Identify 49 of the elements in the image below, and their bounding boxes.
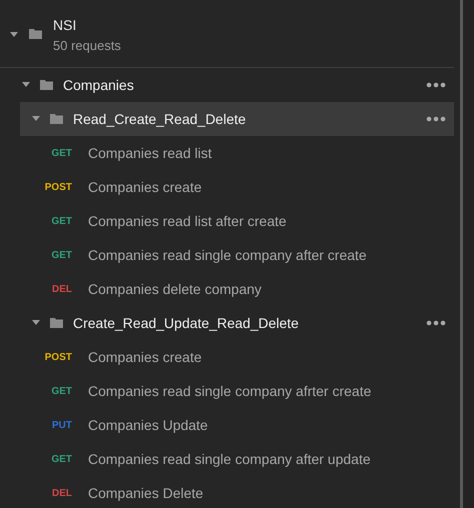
request-name: Companies read list — [88, 145, 212, 161]
request-count: 50 requests — [53, 38, 121, 53]
folder-icon — [40, 80, 53, 90]
caret-icon[interactable] — [32, 319, 40, 327]
folder-row[interactable]: Create_Read_Update_Read_Delete — [20, 306, 454, 340]
caret-icon[interactable] — [32, 115, 40, 123]
request-row[interactable]: GET Companies read list — [0, 136, 454, 170]
request-row[interactable]: GET Companies read list after create — [0, 204, 454, 238]
request-name: Companies read single company after update — [88, 451, 371, 467]
request-name: Companies read single company afrter create — [88, 383, 372, 399]
request-row[interactable]: DEL Companies Delete — [0, 476, 454, 508]
request-name: Companies Delete — [88, 485, 204, 501]
method-label: DEL — [51, 284, 72, 294]
folder-row[interactable]: Read_Create_Read_Delete — [20, 102, 454, 136]
folder-icon — [50, 114, 63, 124]
request-row[interactable]: POST Companies create — [0, 340, 454, 374]
collection-name: NSI — [53, 17, 78, 33]
request-row[interactable]: GET Companies read single company after create — [0, 238, 454, 272]
request-name: Companies create — [88, 179, 202, 195]
request-row[interactable]: GET Companies read single company afrter create — [0, 374, 454, 408]
request-name: Companies read list after create — [88, 213, 286, 229]
method-label: GET — [50, 454, 72, 464]
method-label: POST — [44, 182, 72, 192]
caret-icon[interactable] — [10, 31, 18, 39]
more-icon[interactable] — [426, 116, 446, 122]
folder-icon — [29, 29, 42, 39]
method-label: GET — [50, 250, 72, 260]
request-name: Companies read single company after create — [88, 247, 367, 263]
method-label: GET — [50, 386, 72, 396]
request-name: Companies Update — [88, 417, 208, 433]
request-row[interactable]: POST Companies create — [0, 170, 454, 204]
caret-icon[interactable] — [22, 81, 30, 89]
request-row[interactable]: GET Companies read single company after update — [0, 442, 454, 476]
folder-name: Companies — [63, 77, 135, 93]
request-row[interactable]: PUT Companies Update — [0, 408, 454, 442]
request-row[interactable]: DEL Companies delete company — [0, 272, 454, 306]
folder-row[interactable]: Companies — [10, 68, 454, 102]
method-label: DEL — [51, 488, 72, 498]
method-label: GET — [50, 148, 72, 158]
method-label: GET — [50, 216, 72, 226]
folder-name: Read_Create_Read_Delete — [73, 111, 247, 127]
method-label: PUT — [51, 420, 72, 430]
request-name: Companies create — [88, 349, 202, 365]
method-label: POST — [44, 352, 72, 362]
more-icon[interactable] — [426, 82, 446, 88]
request-name: Companies delete company — [88, 281, 262, 297]
folder-icon — [50, 318, 63, 328]
more-icon[interactable] — [426, 320, 446, 326]
folder-name: Create_Read_Update_Read_Delete — [73, 315, 300, 331]
